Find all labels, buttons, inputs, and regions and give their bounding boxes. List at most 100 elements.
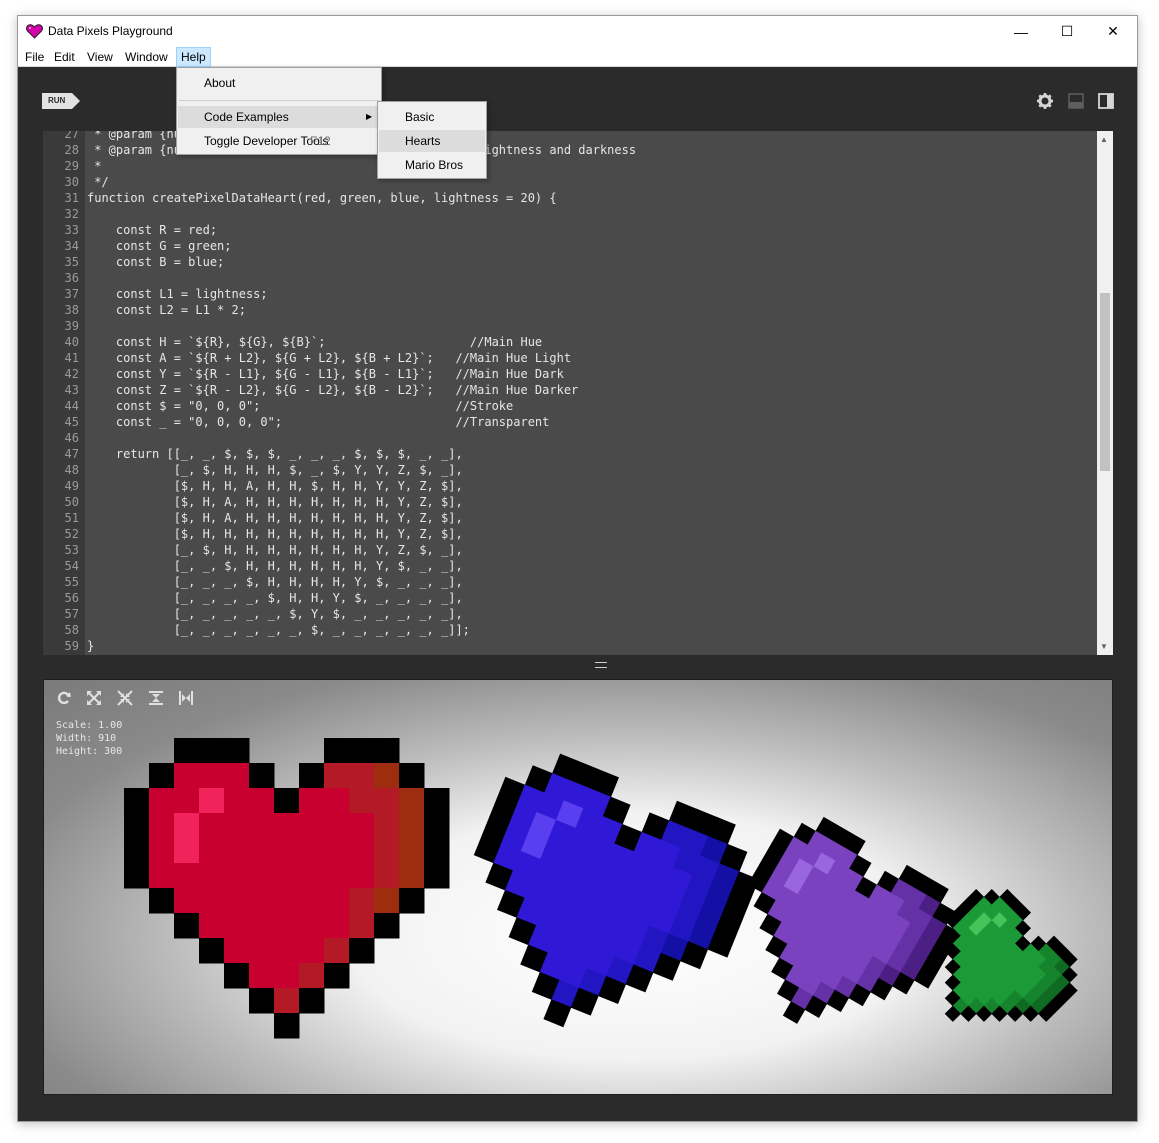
menu-item-about[interactable]: About	[178, 72, 380, 94]
fit-height-icon[interactable]	[148, 690, 164, 706]
scroll-thumb[interactable]	[1100, 293, 1110, 471]
submenu-item-hearts[interactable]: Hearts	[379, 130, 485, 152]
basic-label: Basic	[405, 110, 435, 124]
heart-pixel	[424, 788, 450, 814]
heart-pixel	[349, 813, 375, 839]
heart-pixel	[299, 788, 325, 814]
line-number: 48	[64, 463, 79, 477]
heart-pixel	[224, 863, 250, 889]
splitter-grip-icon[interactable]	[595, 662, 607, 668]
heart-pixel	[199, 863, 225, 889]
menu-item-code-examples[interactable]: Code Examples ▶	[178, 106, 380, 128]
heart-pixel	[149, 838, 175, 864]
heart-pixel	[424, 863, 450, 889]
heart-pixel	[374, 838, 400, 864]
heart-pixel	[374, 888, 400, 914]
heart-pixel	[199, 888, 225, 914]
heart-pixel	[424, 813, 450, 839]
vertical-layout-icon[interactable]	[1097, 92, 1115, 110]
code-line: [_, $, H, H, H, H, H, H, H, Y, Z, $, _],	[87, 543, 463, 557]
pixel-preview-canvas[interactable]: Scale: 1.00 Width: 910 Height: 300	[43, 679, 1113, 1095]
heart-pixel	[124, 838, 150, 864]
line-number: 44	[64, 399, 79, 413]
maximize-icon: ☐	[1060, 23, 1074, 39]
line-number: 46	[64, 431, 79, 445]
line-number: 53	[64, 543, 79, 557]
menu-view[interactable]: View	[83, 47, 117, 67]
menu-window[interactable]: Window	[121, 47, 172, 67]
line-number: 49	[64, 479, 79, 493]
heart-pixel	[174, 763, 200, 789]
heart-pixel	[274, 963, 300, 989]
app-window: Data Pixels Playground — ☐ ✕ File Edit V…	[17, 15, 1138, 1122]
menu-item-toggle-devtools[interactable]: Toggle Developer Tools F12	[178, 130, 380, 152]
line-number: 42	[64, 367, 79, 381]
menu-file[interactable]: File	[21, 47, 48, 67]
editor-scrollbar[interactable]: ▲ ▼	[1097, 131, 1113, 655]
code-editor[interactable]: 27 28 29 30 31 32 33 34 35 36 37 38 39 40 41 42 43 44 45 46…	[43, 131, 1113, 655]
line-number: 39	[64, 319, 79, 333]
heart-app-icon	[26, 24, 43, 39]
heart-pixel	[274, 788, 300, 814]
line-number: 35	[64, 255, 79, 269]
code-line: const _ = "0, 0, 0, 0"; //Transparent	[87, 415, 550, 429]
width-readout: Width: 910	[56, 733, 117, 744]
heart-pixel	[349, 938, 375, 964]
code-line: [_, _, _, _, _, $, Y, $, _, _, _, _, _],	[87, 607, 463, 621]
heart-pixel	[299, 863, 325, 889]
heart-pixel	[299, 888, 325, 914]
pane-splitter[interactable]	[43, 657, 1113, 677]
heart-pixel	[274, 913, 300, 939]
code-line: return [[_, _, $, $, $, _, _, _, $, $, $…	[87, 447, 463, 461]
contract-icon[interactable]	[117, 690, 133, 706]
heart-pixel	[199, 788, 225, 814]
menu-bar: File Edit View Window Help	[18, 47, 1137, 67]
code-line: const L2 = L1 * 2;	[87, 303, 246, 317]
heart-pixel	[299, 938, 325, 964]
maximize-button[interactable]: ☐	[1044, 16, 1090, 47]
heart-pixel	[399, 813, 425, 839]
pixel-heart-red	[124, 738, 450, 1039]
close-button[interactable]: ✕	[1090, 16, 1136, 47]
hearts-artwork	[124, 738, 1078, 1039]
heart-pixel	[149, 763, 175, 789]
menu-help[interactable]: Help	[176, 47, 211, 67]
minimize-button[interactable]: —	[998, 16, 1044, 47]
line-number: 54	[64, 559, 79, 573]
heart-pixel	[149, 788, 175, 814]
line-number: 33	[64, 223, 79, 237]
horizontal-layout-icon[interactable]	[1067, 92, 1085, 110]
code-line: const Y = `${R - L1}, ${G - L1}, ${B - L…	[87, 367, 564, 381]
heart-pixel	[199, 813, 225, 839]
gear-icon[interactable]	[1036, 92, 1054, 110]
line-number: 27	[64, 131, 79, 141]
heart-pixel	[274, 888, 300, 914]
menu-edit[interactable]: Edit	[50, 47, 79, 67]
line-number: 31	[64, 191, 79, 205]
title-bar: Data Pixels Playground — ☐ ✕	[18, 16, 1137, 47]
heart-pixel	[349, 863, 375, 889]
code-line: const Z = `${R - L2}, ${G - L2}, ${B - L…	[87, 383, 579, 397]
submenu-item-basic[interactable]: Basic	[379, 106, 485, 128]
heart-pixel	[324, 913, 350, 939]
line-number: 59	[64, 639, 79, 653]
line-number: 51	[64, 511, 79, 525]
refresh-icon[interactable]	[56, 690, 72, 706]
code-line: [_, _, _, _, _, _, $, _, _, _, _, _, _]]…	[87, 623, 470, 637]
heart-pixel	[249, 838, 275, 864]
heart-pixel	[124, 813, 150, 839]
scroll-up-arrow-icon[interactable]: ▲	[1100, 135, 1108, 144]
heart-pixel	[224, 888, 250, 914]
heart-pixel	[249, 988, 275, 1014]
scroll-down-arrow-icon[interactable]: ▼	[1100, 642, 1108, 651]
heart-pixel	[349, 763, 375, 789]
submenu-item-mario-bros[interactable]: Mario Bros	[379, 154, 485, 176]
heart-pixel	[349, 788, 375, 814]
expand-icon[interactable]	[86, 690, 102, 706]
heart-pixel	[299, 988, 325, 1014]
line-number-gutter: 27 28 29 30 31 32 33 34 35 36 37 38 39 40 41 42 43 44 45 46…	[43, 131, 85, 655]
fit-width-icon[interactable]	[178, 690, 194, 706]
heart-pixel	[399, 863, 425, 889]
line-number: 40	[64, 335, 79, 349]
code-examples-label: Code Examples	[204, 110, 289, 124]
